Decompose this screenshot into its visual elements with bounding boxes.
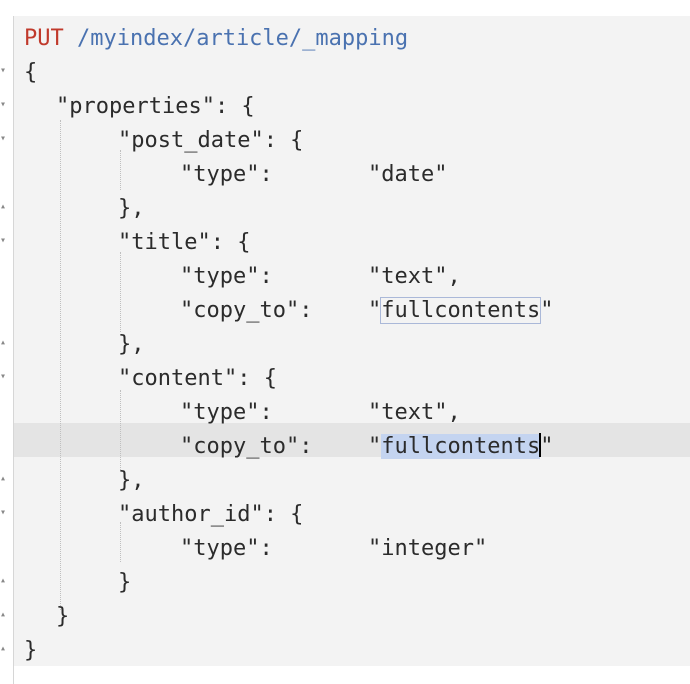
- code-token: },: [118, 196, 145, 221]
- code-token: "post_date": {: [118, 128, 304, 153]
- caret-down-icon[interactable]: ▾: [0, 236, 6, 246]
- code-line[interactable]: }: [56, 600, 690, 634]
- code-token: "copy_to":: [180, 298, 313, 323]
- indent-guide: [60, 120, 61, 610]
- code-token: },: [118, 332, 145, 357]
- code-line[interactable]: },: [118, 192, 690, 226]
- caret-end-icon: ▴: [0, 609, 7, 620]
- code-token: "integer": [368, 536, 488, 561]
- code-token: }: [118, 570, 132, 595]
- caret-end-icon: ▴: [0, 473, 7, 484]
- code-line-value[interactable]: "fullcontents": [368, 430, 690, 464]
- code-token: "type":: [180, 162, 273, 187]
- caret-end-icon: ▴: [0, 201, 7, 212]
- code-line[interactable]: },: [118, 328, 690, 362]
- code-token: "type":: [180, 536, 273, 561]
- request-line[interactable]: PUT /myindex/article/_mapping: [24, 22, 684, 56]
- code-token: "properties": {: [56, 94, 255, 119]
- code-line[interactable]: "post_date": {: [118, 124, 690, 158]
- code-token: "date": [368, 162, 448, 187]
- word-match-highlight: fullcontents: [380, 297, 542, 324]
- request-path: /myindex/article/_mapping: [77, 26, 409, 51]
- code-token: "type":: [180, 400, 273, 425]
- code-token: "type":: [180, 264, 273, 289]
- code-token: }: [56, 604, 70, 629]
- code-line-value[interactable]: "text",: [368, 260, 690, 294]
- code-token: ": [368, 298, 382, 323]
- code-token: "content": {: [118, 366, 277, 391]
- caret-end-icon: ▴: [0, 337, 7, 348]
- code-token: "title": {: [118, 230, 251, 255]
- caret-down-icon[interactable]: ▾: [0, 66, 6, 76]
- http-method: PUT: [24, 26, 64, 51]
- code-line[interactable]: "author_id": {: [118, 498, 690, 532]
- gutter-divider: [13, 16, 14, 684]
- caret-down-icon[interactable]: ▾: [0, 100, 6, 110]
- code-token: {: [24, 60, 38, 85]
- code-line[interactable]: "title": {: [118, 226, 690, 260]
- code-token: }: [24, 638, 38, 663]
- code-token: "author_id": {: [118, 502, 304, 527]
- code-token: "text",: [368, 400, 461, 425]
- code-line[interactable]: },: [118, 464, 690, 498]
- caret-end-icon: ▴: [0, 643, 7, 654]
- code-editor[interactable]: ▾ ▾ ▾ ▴ ▾ ▴ ▾ ▴ ▾ ▴ ▴ ▴ PUT /myindex/art…: [0, 0, 690, 684]
- caret-down-icon[interactable]: ▾: [0, 508, 6, 518]
- code-line-value[interactable]: "date": [368, 158, 690, 192]
- caret-down-icon[interactable]: ▾: [0, 134, 6, 144]
- caret-end-icon: ▴: [0, 575, 7, 586]
- indent-guide: [120, 390, 121, 470]
- code-token: "text",: [368, 264, 461, 289]
- code-line-value[interactable]: "fullcontents": [368, 294, 690, 328]
- code-line[interactable]: }: [118, 566, 690, 600]
- code-token: },: [118, 468, 145, 493]
- code-token: ": [368, 434, 382, 459]
- indent-guide: [120, 252, 121, 332]
- code-line[interactable]: "content": {: [118, 362, 690, 396]
- selected-text: fullcontents: [381, 434, 541, 459]
- code-token: ": [540, 434, 554, 459]
- code-line[interactable]: "properties": {: [56, 90, 690, 124]
- code-token: "copy_to":: [180, 434, 313, 459]
- code-line[interactable]: {: [24, 56, 684, 90]
- code-line-value[interactable]: "text",: [368, 396, 690, 430]
- code-line[interactable]: }: [24, 634, 684, 668]
- code-token: ": [540, 298, 554, 323]
- code-line-value[interactable]: "integer": [368, 532, 690, 566]
- caret-down-icon[interactable]: ▾: [0, 372, 6, 382]
